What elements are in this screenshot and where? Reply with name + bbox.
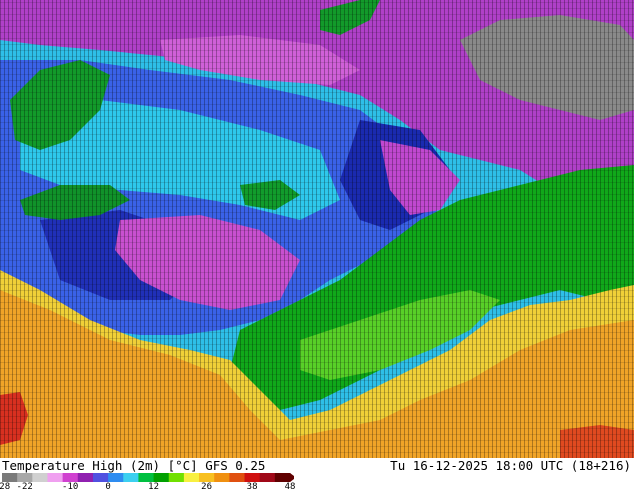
colorbar-tick-label: -28 [0, 482, 11, 492]
colorbar-tick-label: -10 [62, 482, 79, 492]
colorbar-segment [153, 473, 170, 482]
colorbar-segment [77, 473, 94, 482]
colorbar-segment [123, 473, 139, 482]
colorbar-segment [32, 473, 48, 482]
colorbar-tick-label: 0 [105, 482, 111, 492]
colorbar-segment [138, 473, 155, 482]
colorbar-segment [47, 473, 64, 482]
colorbar-tick-label: 26 [201, 482, 213, 492]
colorbar-segment [17, 473, 33, 482]
colorbar-segment [274, 473, 291, 482]
value-label-texture [0, 0, 634, 458]
colorbar-segment [244, 473, 261, 482]
colorbar-segment [62, 473, 79, 482]
colorbar [2, 473, 294, 482]
colorbar-arrow [290, 473, 294, 482]
colorbar-segment [2, 473, 18, 482]
colorbar-tick-label: 12 [148, 482, 160, 492]
colorbar-segment [199, 473, 215, 482]
colorbar-segment [259, 473, 276, 482]
colorbar-tick-label: -22 [16, 482, 33, 492]
colorbar-segment [168, 473, 185, 482]
colorbar-segment [214, 473, 230, 482]
valid-time: Tu 16-12-2025 18:00 UTC (18+216) [390, 458, 631, 473]
colorbar-segment [229, 473, 246, 482]
map-title: Temperature High (2m) [°C] GFS 0.25 [2, 458, 266, 473]
colorbar-segment [108, 473, 124, 482]
map-footer: Temperature High (2m) [°C] GFS 0.25 Tu 1… [0, 458, 634, 492]
colorbar-segment [92, 473, 109, 482]
colorbar-tick-label: 38 [246, 482, 258, 492]
colorbar-segment [183, 473, 200, 482]
temperature-map [0, 0, 634, 458]
weather-map-view: Temperature High (2m) [°C] GFS 0.25 Tu 1… [0, 0, 634, 492]
colorbar-tick-label: 48 [284, 482, 296, 492]
